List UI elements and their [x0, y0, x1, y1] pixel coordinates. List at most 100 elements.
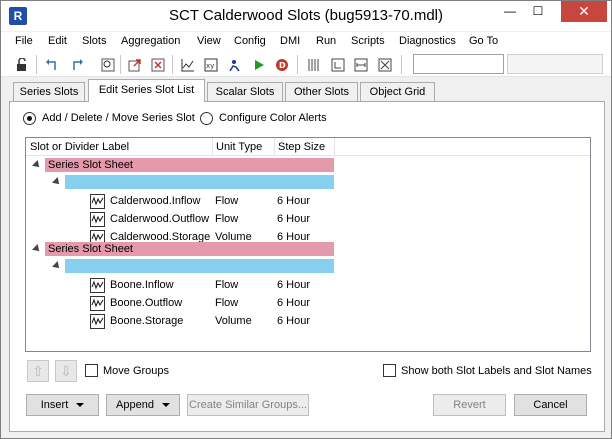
toolbar: xy D: [1, 52, 611, 77]
slot-step: 6 Hour: [277, 279, 311, 291]
dispatch-icon[interactable]: [223, 54, 244, 75]
series-slot-icon: [90, 278, 105, 293]
menu-bar: File Edit Slots Aggregation View Config …: [1, 32, 611, 52]
menu-edit[interactable]: Edit: [48, 35, 67, 47]
tree-row-slot[interactable]: Calderwood.Outflow Flow 6 Hour: [26, 211, 590, 229]
series-slot-icon: [90, 296, 105, 311]
show-both-label: Show both Slot Labels and Slot Names: [401, 364, 592, 377]
slot-unit: Volume: [215, 315, 252, 327]
plot-icon[interactable]: [177, 54, 198, 75]
play-icon[interactable]: [248, 54, 269, 75]
tree-row-divider[interactable]: [26, 259, 590, 277]
svg-text:D: D: [279, 61, 286, 70]
tree-row-slot[interactable]: Calderwood.Inflow Flow 6 Hour: [26, 193, 590, 211]
undo-icon[interactable]: [41, 54, 62, 75]
radio-unselected-indicator: [200, 111, 213, 125]
tab-series-slots[interactable]: Series Slots: [13, 82, 85, 101]
menu-file[interactable]: File: [15, 35, 33, 47]
slot-unit: Flow: [215, 195, 239, 207]
expand-collapse-icon[interactable]: [52, 261, 62, 271]
close-slot-icon[interactable]: [147, 54, 168, 75]
minimize-button[interactable]: —: [496, 1, 524, 22]
expand-collapse-icon[interactable]: [32, 160, 42, 170]
menu-goto[interactable]: Go To: [469, 35, 498, 47]
slot-unit: Flow: [215, 297, 239, 309]
tree-row-slot[interactable]: Boone.Inflow Flow 6 Hour: [26, 277, 590, 295]
menu-config[interactable]: Config: [234, 35, 266, 47]
menu-aggregation[interactable]: Aggregation: [121, 35, 180, 47]
title-bar: R SCT Calderwood Slots (bug5913-70.mdl) …: [1, 1, 611, 31]
radio-add-delete-move[interactable]: Add / Delete / Move Series Slot: [23, 111, 195, 125]
menu-slots[interactable]: Slots: [82, 35, 106, 47]
divider-band: [65, 259, 334, 273]
slot-name: Calderwood.Inflow: [110, 195, 201, 207]
xy-icon[interactable]: xy: [200, 54, 221, 75]
menu-dmi[interactable]: DMI: [280, 35, 300, 47]
range-icon[interactable]: [350, 54, 371, 75]
show-both-checkbox[interactable]: Show both Slot Labels and Slot Names: [383, 364, 592, 377]
insert-button[interactable]: Insert: [26, 394, 99, 416]
close-button[interactable]: ✕: [561, 1, 607, 22]
svg-text:xy: xy: [206, 62, 214, 70]
toolbar-field: [507, 54, 603, 74]
cancel-button[interactable]: Cancel: [514, 394, 587, 416]
menu-run[interactable]: Run: [316, 35, 336, 47]
series-slot-icon: [90, 212, 105, 227]
move-up-button[interactable]: ⇧: [27, 360, 49, 382]
tab-other-slots[interactable]: Other Slots: [285, 82, 358, 101]
app-window: R SCT Calderwood Slots (bug5913-70.mdl) …: [0, 0, 612, 439]
tab-panel: Add / Delete / Move Series Slot Configur…: [9, 101, 605, 432]
move-groups-checkbox[interactable]: Move Groups: [85, 364, 169, 377]
slot-step: 6 Hour: [277, 315, 311, 327]
slot-name: Boone.Storage: [110, 315, 184, 327]
slot-name: Boone.Inflow: [110, 279, 174, 291]
lock-icon[interactable]: [11, 54, 32, 75]
fit-icon[interactable]: [374, 54, 395, 75]
expand-collapse-icon[interactable]: [32, 244, 42, 254]
series-slot-icon: [90, 314, 105, 329]
column-header-label[interactable]: Slot or Divider Label: [30, 141, 129, 153]
menu-diagnostics[interactable]: Diagnostics: [399, 35, 456, 47]
maximize-button[interactable]: ☐: [524, 1, 552, 22]
slot-step: 6 Hour: [277, 195, 311, 207]
chevron-down-icon: [161, 403, 170, 407]
stop-icon[interactable]: D: [271, 54, 292, 75]
slot-step: 6 Hour: [277, 213, 311, 225]
columns-icon[interactable]: [303, 54, 324, 75]
slot-tree[interactable]: Slot or Divider Label Unit Type Step Siz…: [25, 137, 591, 352]
radio-add-delete-move-label: Add / Delete / Move Series Slot: [42, 112, 195, 124]
tab-edit-series-slot-list[interactable]: Edit Series Slot List: [88, 79, 205, 102]
menu-scripts[interactable]: Scripts: [351, 35, 385, 47]
revert-button[interactable]: Revert: [433, 394, 506, 416]
tab-object-grid[interactable]: Object Grid: [360, 82, 435, 101]
redo-icon[interactable]: [66, 54, 87, 75]
column-header-unit[interactable]: Unit Type: [216, 141, 262, 153]
tree-header: Slot or Divider Label Unit Type Step Siz…: [26, 138, 590, 156]
append-label: Append: [116, 399, 154, 411]
tree-row-divider[interactable]: [26, 175, 590, 193]
chevron-down-icon: [76, 403, 85, 407]
slot-name: Boone.Outflow: [110, 297, 183, 309]
menu-view[interactable]: View: [197, 35, 221, 47]
zoom-icon[interactable]: [97, 54, 118, 75]
tree-row-slot[interactable]: Boone.Storage Volume 6 Hour: [26, 313, 590, 331]
tree-row-slot[interactable]: Boone.Outflow Flow 6 Hour: [26, 295, 590, 313]
timestep-icon[interactable]: [327, 54, 348, 75]
tree-row-sheet[interactable]: Series Slot Sheet: [26, 242, 590, 260]
export-icon[interactable]: [124, 54, 145, 75]
tree-row-sheet[interactable]: Series Slot Sheet: [26, 158, 590, 176]
column-header-step[interactable]: Step Size: [278, 141, 325, 153]
divider-band: [65, 175, 334, 189]
series-slot-icon: [90, 194, 105, 209]
slot-unit: Flow: [215, 279, 239, 291]
toolbar-input[interactable]: [413, 54, 504, 74]
create-similar-groups-button[interactable]: Create Similar Groups...: [187, 394, 309, 416]
move-down-button[interactable]: ⇩: [55, 360, 77, 382]
tab-scalar-slots[interactable]: Scalar Slots: [207, 82, 283, 101]
checkbox-box: [85, 364, 98, 377]
append-button[interactable]: Append: [106, 394, 180, 416]
checkbox-box: [383, 364, 396, 377]
expand-collapse-icon[interactable]: [52, 177, 62, 187]
radio-configure-color-alerts[interactable]: Configure Color Alerts: [200, 111, 327, 125]
insert-label: Insert: [40, 399, 69, 411]
